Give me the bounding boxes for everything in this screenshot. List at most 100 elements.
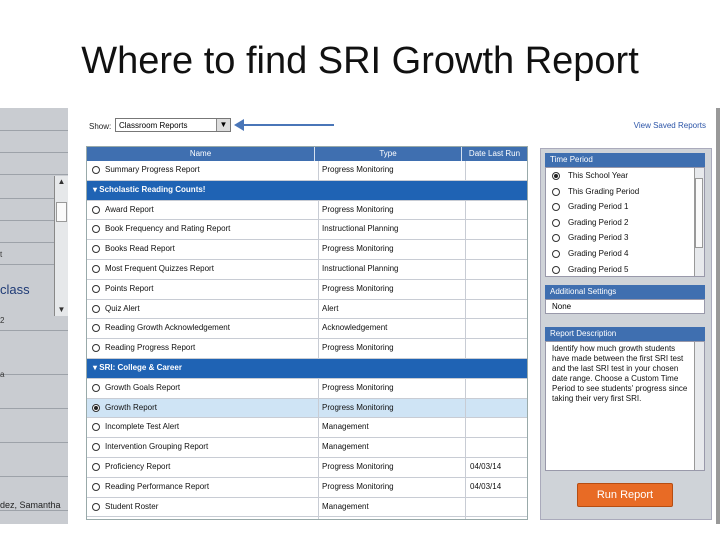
report-radio[interactable] (92, 482, 100, 491)
report-radio[interactable] (92, 502, 100, 511)
report-name: Books Read Report (105, 244, 175, 254)
time-period-option[interactable]: Grading Period 4 (546, 246, 704, 262)
section-header[interactable]: ▾ Scholastic Reading Counts! (87, 180, 527, 201)
time-period-label: Grading Period 5 (568, 264, 629, 274)
report-description-text: Identify how much growth students have m… (552, 344, 688, 403)
table-row[interactable]: Quiz Alert Alert (87, 299, 527, 320)
time-period-scrollbar[interactable] (694, 168, 704, 276)
table-row[interactable]: Reading Performance Report Progress Monit… (87, 477, 527, 498)
report-name: Book Frequency and Rating Report (105, 224, 231, 234)
report-date (465, 339, 527, 358)
report-name: Quiz Alert (105, 303, 140, 313)
report-name: Growth Report (105, 402, 158, 412)
table-row[interactable]: Points Report Progress Monitoring (87, 279, 527, 300)
report-date (465, 161, 527, 180)
report-radio[interactable] (92, 383, 100, 392)
column-header-type[interactable]: Type (315, 147, 462, 161)
report-type: Progress Monitoring (318, 279, 462, 299)
scroll-thumb[interactable] (695, 178, 703, 248)
report-name: Reading Progress Report (105, 343, 196, 353)
report-radio[interactable] (92, 443, 100, 452)
time-period-label: Grading Period 4 (568, 248, 629, 258)
report-date (465, 398, 527, 418)
table-row[interactable]: Reading Progress Report Progress Monitori… (87, 339, 527, 359)
time-period-radio[interactable] (552, 249, 560, 258)
report-radio[interactable] (92, 245, 100, 254)
time-period-radio[interactable] (552, 265, 560, 274)
show-dropdown[interactable]: Classroom Reports ▼ (115, 118, 231, 132)
time-period-option[interactable]: Grading Period 3 (546, 230, 704, 246)
report-date (465, 279, 527, 299)
report-radio[interactable] (92, 403, 100, 412)
sidebar-band (0, 152, 68, 175)
table-row[interactable]: Growth Goals Report Progress Monitoring (87, 378, 527, 399)
table-row[interactable]: Book Frequency and Rating Report Instruct… (87, 220, 527, 241)
report-radio[interactable] (92, 304, 100, 313)
report-date (465, 200, 527, 220)
report-name: Growth Goals Report (105, 382, 181, 392)
view-saved-reports-link[interactable]: View Saved Reports (634, 121, 706, 130)
scroll-thumb[interactable] (56, 202, 67, 222)
table-row[interactable]: Targeted Reading Report Progress Monitori… (87, 517, 527, 519)
time-period-radio[interactable] (552, 203, 560, 212)
table-row[interactable]: Award Report Progress Monitoring (87, 200, 527, 221)
window-edge-scrollbar[interactable] (716, 108, 720, 524)
report-radio[interactable] (92, 344, 100, 353)
time-period-label: This School Year (568, 171, 629, 180)
class-link[interactable]: class (0, 282, 30, 297)
report-radio[interactable] (92, 205, 100, 214)
report-radio[interactable] (92, 324, 100, 333)
report-radio[interactable] (92, 284, 100, 293)
report-name: Student Roster (105, 501, 159, 511)
column-header-date[interactable]: Date Last Run (462, 147, 527, 161)
chevron-down-icon[interactable]: ▼ (216, 119, 230, 131)
report-radio[interactable] (92, 462, 100, 471)
table-row[interactable]: Growth Report Progress Monitoring (87, 398, 527, 419)
column-header-name[interactable]: Name (87, 147, 315, 161)
table-row[interactable]: Proficiency Report Progress Monitoring 04/… (87, 457, 527, 478)
report-radio[interactable] (92, 264, 100, 273)
section-header[interactable]: ▾ SRI: College & Career (87, 358, 527, 379)
time-period-radio[interactable] (552, 234, 560, 243)
run-report-button[interactable]: Run Report (577, 483, 673, 507)
table-row[interactable]: Summary Progress Report Progress Monitori… (87, 161, 527, 181)
report-type: Progress Monitoring (318, 378, 462, 398)
table-row[interactable]: Incomplete Test Alert Management (87, 418, 527, 439)
time-period-option[interactable]: This School Year (546, 168, 704, 184)
table-row[interactable]: Reading Growth Acknowledgement Acknowledg… (87, 319, 527, 340)
table-row[interactable]: Intervention Grouping Report Management (87, 438, 527, 458)
report-type: Management (318, 497, 462, 517)
slide-title: Where to find SRI Growth Report (81, 40, 639, 82)
report-radio[interactable] (92, 225, 100, 234)
report-name: Incomplete Test Alert (105, 422, 180, 432)
table-row[interactable]: Most Frequent Quizzes Report Instructiona… (87, 259, 527, 280)
report-radio[interactable] (92, 166, 100, 174)
table-row[interactable]: Books Read Report Progress Monitoring (87, 240, 527, 260)
sidebar-scrollbar[interactable]: ▲ ▼ (54, 176, 68, 316)
report-radio[interactable] (92, 423, 100, 432)
time-period-radio[interactable] (552, 218, 560, 227)
additional-settings-value[interactable]: None (545, 299, 705, 314)
report-type: Progress Monitoring (318, 200, 462, 220)
time-period-radio[interactable] (552, 172, 560, 180)
sidebar-band (0, 340, 68, 375)
time-period-option[interactable]: Grading Period 1 (546, 199, 704, 215)
report-date (465, 497, 527, 517)
scroll-up-icon[interactable]: ▲ (55, 176, 68, 188)
report-date (465, 259, 527, 279)
time-period-radio[interactable] (552, 187, 560, 196)
scroll-down-icon[interactable]: ▼ (55, 304, 68, 316)
description-scrollbar[interactable] (694, 342, 704, 470)
table-row[interactable]: Student Roster Management (87, 497, 527, 518)
sidebar-marker: t (0, 250, 3, 259)
report-date (465, 378, 527, 398)
report-date (465, 319, 527, 339)
time-period-option[interactable]: Grading Period 2 (546, 215, 704, 231)
time-period-label: Grading Period 3 (568, 233, 629, 243)
student-name[interactable]: dez, Samantha (0, 500, 61, 510)
time-period-option[interactable]: Grading Period 5 (546, 262, 704, 276)
report-type: Progress Monitoring (318, 398, 462, 418)
time-period-option[interactable]: This Grading Period (546, 184, 704, 200)
arrow-left-icon (234, 119, 244, 131)
report-description-box: Identify how much growth students have m… (545, 341, 705, 471)
